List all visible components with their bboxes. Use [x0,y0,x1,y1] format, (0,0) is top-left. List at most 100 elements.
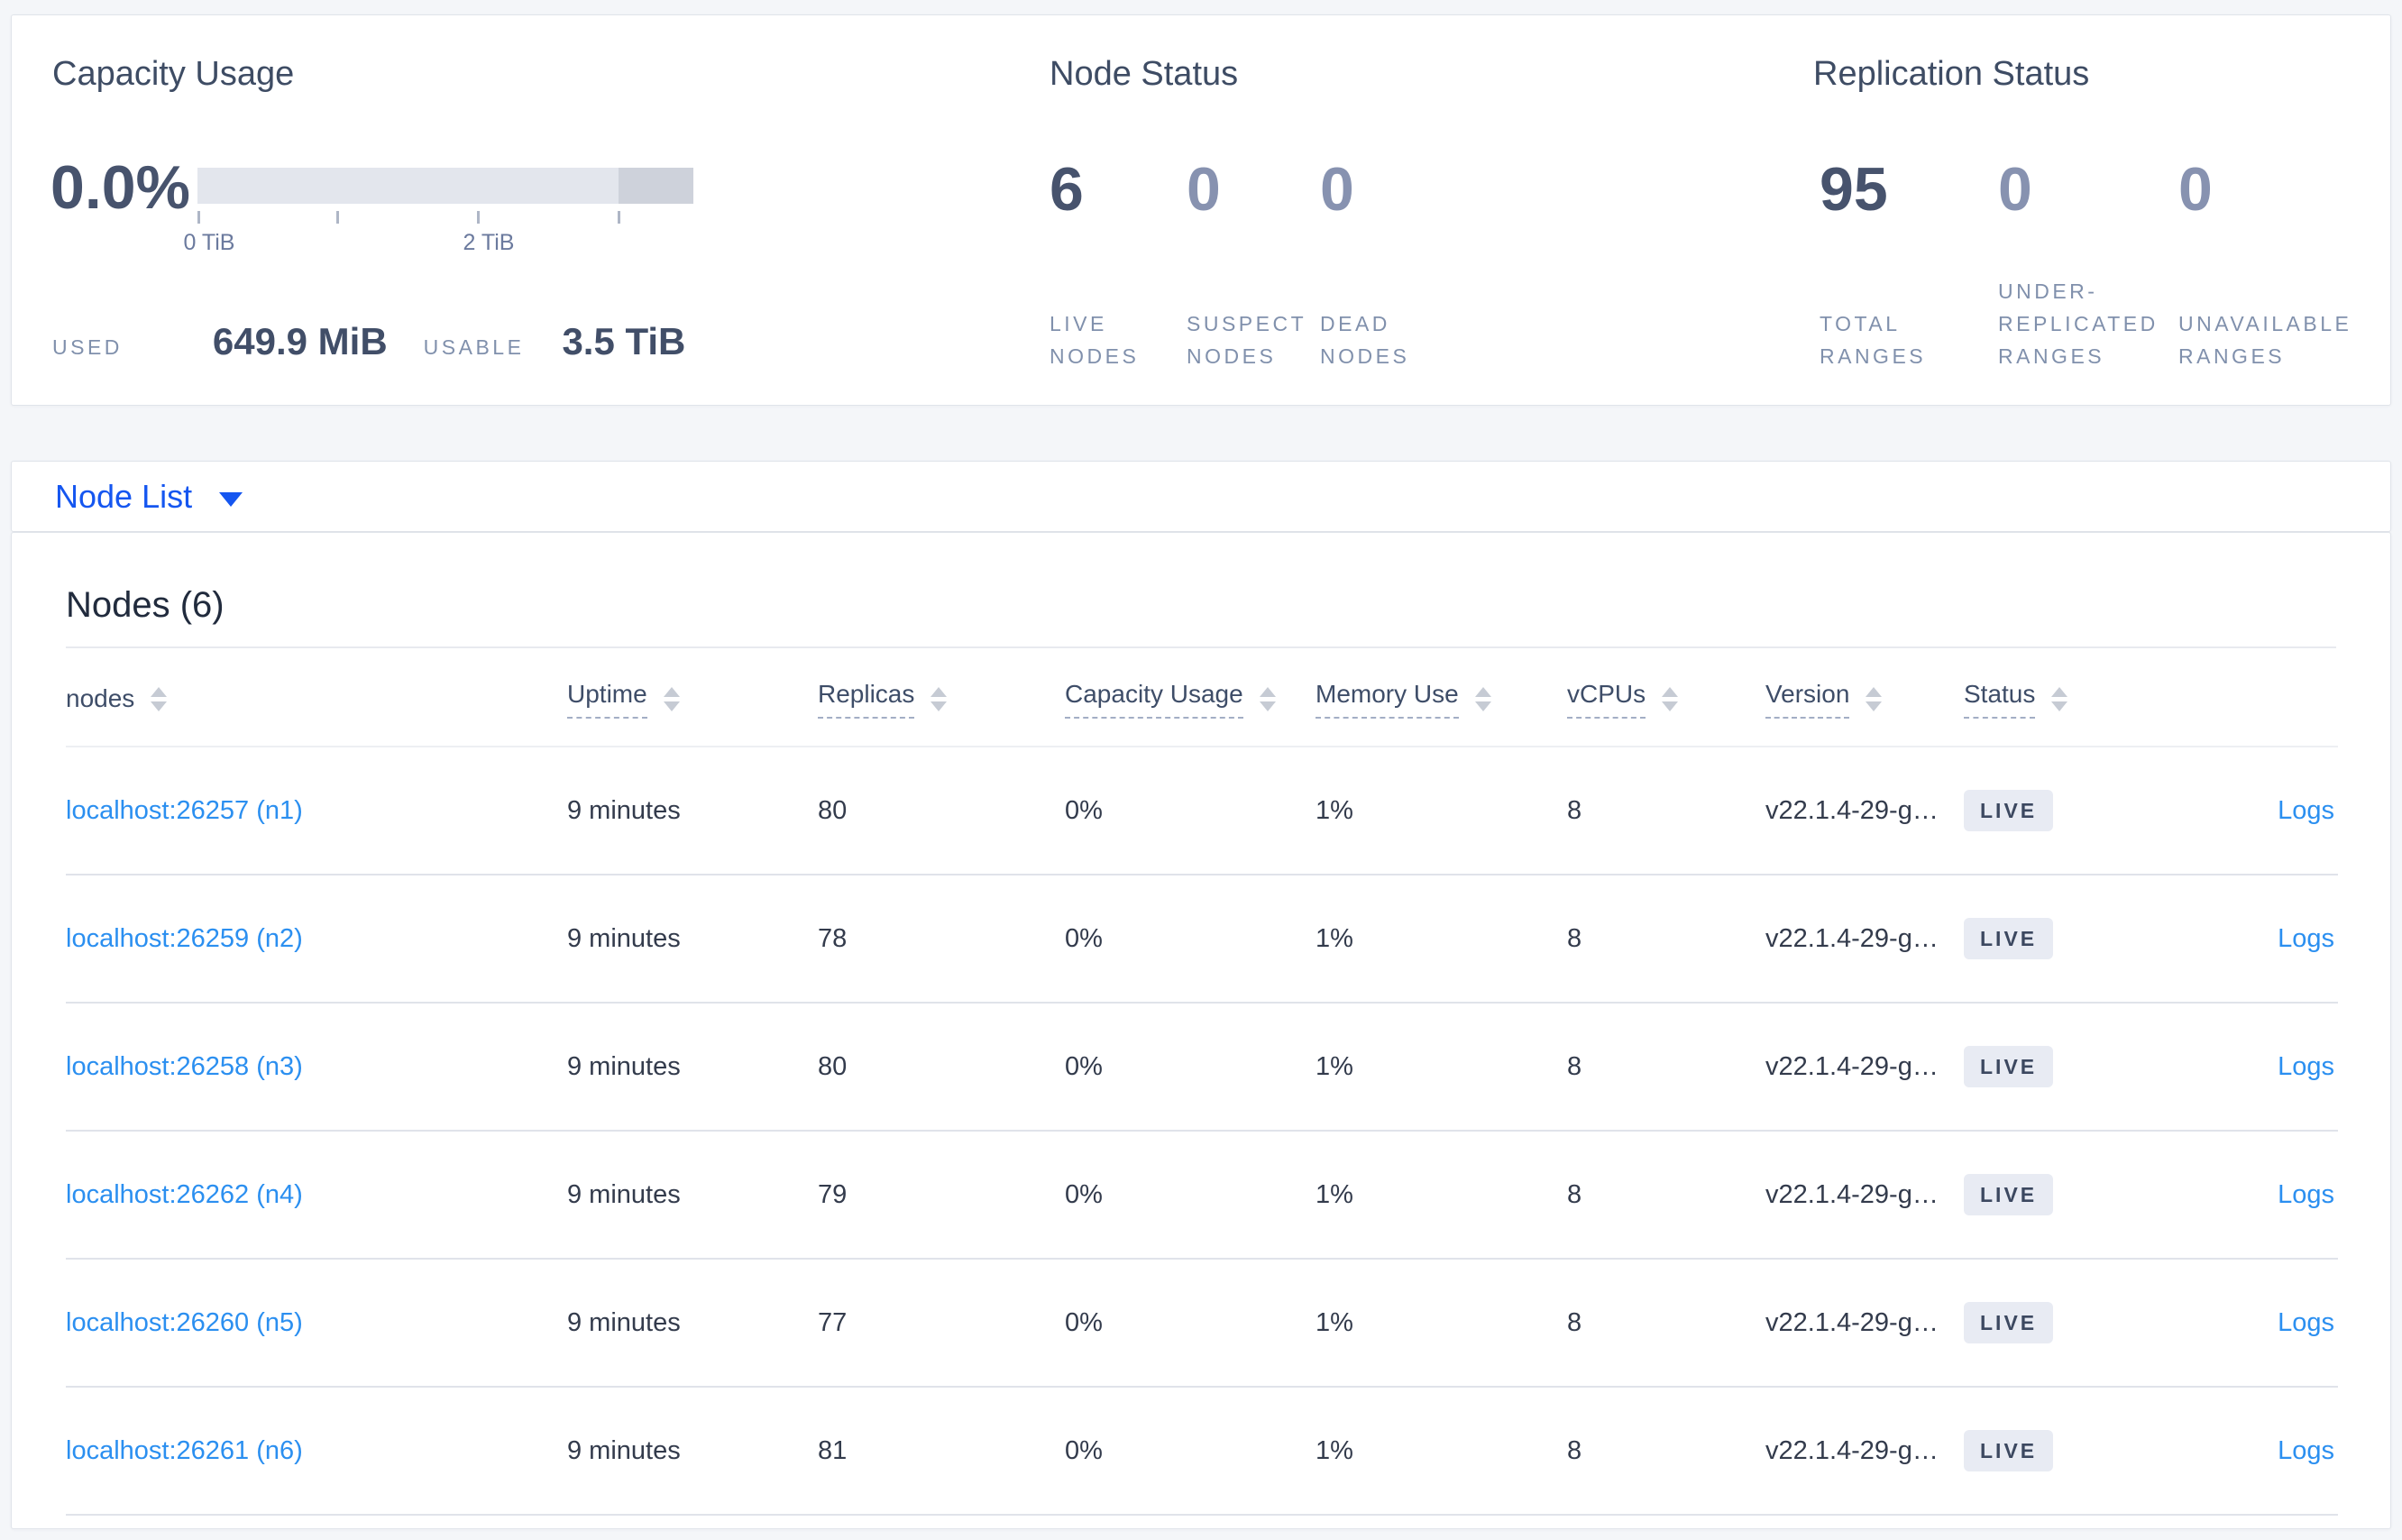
capacity-cell: 0% [1065,1003,1316,1132]
nodes-heading: Nodes (6) [66,585,225,625]
vcpus-cell: 8 [1567,1387,1765,1516]
uptime-cell: 9 minutes [567,1387,818,1516]
node-link[interactable]: localhost:26257 (n1) [66,796,303,825]
total-ranges-label: TOTAL RANGES [1820,312,1927,368]
column-header-version[interactable]: Version [1765,648,1964,747]
node-link[interactable]: localhost:26258 (n3) [66,1052,303,1081]
node-list-dropdown[interactable]: Node List [55,478,243,516]
column-header-uptime[interactable]: Uptime [567,648,818,747]
node-link[interactable]: localhost:26260 (n5) [66,1308,303,1337]
replication-status-title: Replication Status [1813,55,2090,93]
vcpus-cell: 8 [1567,1259,1765,1388]
table-row: localhost:26257 (n1) 9 minutes 80 0% 1% … [66,747,2338,875]
total-ranges-value: 95 [1820,155,1888,224]
table-row: localhost:26259 (n2) 9 minutes 78 0% 1% … [66,875,2338,1004]
replicas-cell: 77 [818,1259,1065,1388]
version-cell: v22.1.4-29-g… [1765,875,1964,1004]
memory-cell: 1% [1316,1259,1567,1388]
suspect-nodes-value: 0 [1187,155,1221,224]
logs-link[interactable]: Logs [2278,924,2334,953]
column-header-vcpus[interactable]: vCPUs [1567,648,1765,747]
sort-icon [663,686,680,711]
version-cell: v22.1.4-29-g… [1765,1259,1964,1388]
suspect-nodes-stat: 0 SUSPECT NODES [1187,156,1313,372]
column-header-logs [2194,648,2338,747]
vcpus-cell: 8 [1567,1131,1765,1260]
sort-icon [2051,686,2068,711]
capacity-cell: 0% [1065,747,1316,875]
column-header-status[interactable]: Status [1964,648,2194,747]
total-ranges-stat: 95 TOTAL RANGES [1820,156,1973,372]
usable-value: 3.5 TiB [562,320,686,362]
used-label: USED [52,335,123,359]
table-row: localhost:26262 (n4) 9 minutes 79 0% 1% … [66,1131,2338,1260]
sort-icon [931,686,948,711]
capacity-stats: USED 649.9 MiB USABLE 3.5 TiB [52,320,685,363]
logs-link[interactable]: Logs [2278,1436,2334,1465]
version-cell: v22.1.4-29-g… [1765,747,1964,875]
column-header-capacity-usage[interactable]: Capacity Usage [1065,648,1316,747]
capacity-tick-2 [477,211,480,224]
column-header-memory-use[interactable]: Memory Use [1316,648,1567,747]
status-badge: LIVE [1964,790,2054,831]
live-nodes-stat: 6 LIVE NODES [1050,156,1167,372]
sort-icon [151,686,168,711]
memory-cell: 1% [1316,1003,1567,1132]
logs-link[interactable]: Logs [2278,1308,2334,1337]
table-row: localhost:26260 (n5) 9 minutes 77 0% 1% … [66,1259,2338,1388]
capacity-usage-title: Capacity Usage [52,55,295,93]
usable-label: USABLE [423,335,525,359]
capacity-tick-1 [336,211,339,224]
capacity-cell: 0% [1065,1387,1316,1516]
capacity-tick-3 [618,211,620,224]
live-nodes-value: 6 [1050,155,1084,224]
nodes-table-card: Nodes (6) nodes Uptime Replicas Capacity… [11,532,2391,1529]
replicas-cell: 79 [818,1131,1065,1260]
memory-cell: 1% [1316,1387,1567,1516]
logs-link[interactable]: Logs [2278,796,2334,825]
under-replicated-ranges-stat: 0 UNDER-REPLICATED RANGES [1998,156,2178,372]
capacity-cell: 0% [1065,875,1316,1004]
used-value: 649.9 MiB [212,320,388,362]
vcpus-cell: 8 [1567,747,1765,875]
under-replicated-ranges-value: 0 [1998,155,2032,224]
sort-icon [1259,686,1276,711]
capacity-usage-bar [197,168,693,204]
column-header-nodes[interactable]: nodes [66,648,567,747]
replicas-cell: 80 [818,1003,1065,1132]
cluster-summary-card: Capacity Usage 0.0% 0 TiB 2 TiB USED 649… [11,14,2391,406]
memory-cell: 1% [1316,875,1567,1004]
uptime-cell: 9 minutes [567,1003,818,1132]
chevron-down-icon [219,491,243,507]
replicas-cell: 78 [818,875,1065,1004]
node-link[interactable]: localhost:26259 (n2) [66,924,303,953]
memory-cell: 1% [1316,1131,1567,1260]
memory-cell: 1% [1316,747,1567,875]
version-cell: v22.1.4-29-g… [1765,1003,1964,1132]
sort-icon [1474,686,1491,711]
unavailable-ranges-stat: 0 UNAVAILABLE RANGES [2178,156,2381,372]
logs-link[interactable]: Logs [2278,1052,2334,1081]
node-link[interactable]: localhost:26261 (n6) [66,1436,303,1465]
capacity-percent: 0.0% [50,153,190,222]
table-header-row: nodes Uptime Replicas Capacity Usage Mem… [66,648,2338,747]
column-header-replicas[interactable]: Replicas [818,648,1065,747]
status-badge: LIVE [1964,1302,2054,1343]
uptime-cell: 9 minutes [567,747,818,875]
status-badge: LIVE [1964,918,2054,959]
node-status-title: Node Status [1050,55,1239,93]
node-link[interactable]: localhost:26262 (n4) [66,1180,303,1209]
sort-icon [1866,686,1883,711]
capacity-tick-label-0: 0 TiB [183,230,235,255]
uptime-cell: 9 minutes [567,1131,818,1260]
unavailable-ranges-value: 0 [2178,155,2213,224]
uptime-cell: 9 minutes [567,1259,818,1388]
capacity-cell: 0% [1065,1131,1316,1260]
status-badge: LIVE [1964,1046,2054,1087]
logs-link[interactable]: Logs [2278,1180,2334,1209]
vcpus-cell: 8 [1567,1003,1765,1132]
vcpus-cell: 8 [1567,875,1765,1004]
dead-nodes-stat: 0 DEAD NODES [1320,156,1437,372]
nodes-table: nodes Uptime Replicas Capacity Usage Mem… [66,648,2338,1516]
dead-nodes-value: 0 [1320,155,1354,224]
